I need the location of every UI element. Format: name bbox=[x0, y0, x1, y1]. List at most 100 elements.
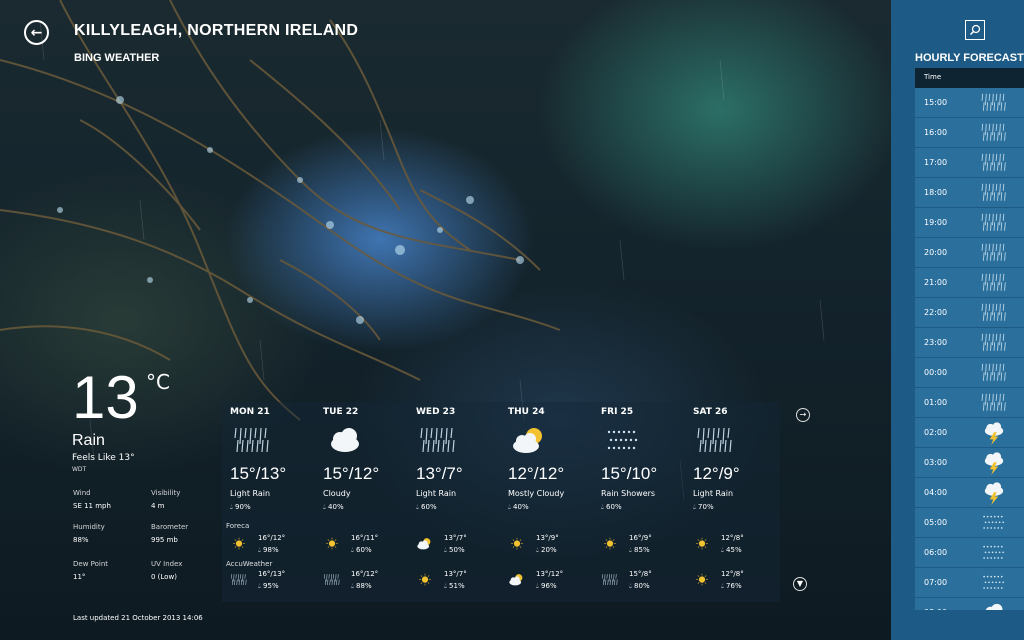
day-weather-icon bbox=[232, 424, 272, 458]
hourly-row[interactable]: 22:00 bbox=[915, 298, 1024, 328]
sun-icon bbox=[233, 537, 245, 550]
hourly-table[interactable]: Time 15:00 16:00 17:00 18:00 19:00 20:00… bbox=[915, 68, 1024, 610]
accuweather-forecast: 16°/12° 💧︎ 88% bbox=[323, 570, 407, 594]
hourly-row[interactable]: 07:00 bbox=[915, 568, 1024, 598]
day-condition: Light Rain bbox=[230, 489, 271, 498]
source-precipitation: 💧︎ 95% bbox=[258, 582, 279, 591]
hourly-row[interactable]: 20:00 bbox=[915, 238, 1024, 268]
hourly-weather-icon bbox=[979, 121, 1009, 145]
day-precipitation: 💧︎ 60% bbox=[416, 503, 437, 512]
detail-dew-point: Dew Point 11° bbox=[73, 560, 143, 581]
precip-value: 40% bbox=[328, 503, 344, 511]
hourly-row[interactable]: 02:00 bbox=[915, 418, 1024, 448]
hourly-row[interactable]: 05:00 bbox=[915, 508, 1024, 538]
app-name: BING WEATHER bbox=[74, 52, 160, 64]
day-condition: Rain Showers bbox=[601, 489, 656, 498]
raindrop-icon: 💧︎ bbox=[629, 546, 632, 554]
precip-value: 85% bbox=[634, 546, 650, 554]
hourly-forecast-panel: HOURLY FORECAST Time 15:00 16:00 17:00 1… bbox=[891, 0, 1024, 640]
source-icon bbox=[230, 536, 248, 552]
back-button[interactable]: ← bbox=[24, 20, 49, 45]
hourly-time: 00:00 bbox=[924, 368, 948, 377]
day-condition: Light Rain bbox=[416, 489, 457, 498]
source-precipitation: 💧︎ 50% bbox=[444, 546, 465, 555]
rain-icon bbox=[231, 574, 247, 585]
forecast-day[interactable]: TUE 22 15°/12° Cloudy 💧︎ 40% 16°/11° 💧︎ … bbox=[315, 402, 407, 602]
day-temperature: 15°/10° bbox=[601, 464, 658, 483]
precip-value: 20% bbox=[541, 546, 557, 554]
showers-icon bbox=[983, 515, 1005, 529]
chevron-down-icon: ▼ bbox=[796, 579, 804, 588]
hourly-time: 05:00 bbox=[924, 518, 948, 527]
day-weather-icon bbox=[603, 424, 643, 458]
sun-icon bbox=[604, 537, 616, 550]
hourly-row[interactable]: 08:00 bbox=[915, 598, 1024, 610]
precip-value: 76% bbox=[726, 582, 742, 590]
source-icon bbox=[693, 572, 711, 588]
hourly-time: 04:00 bbox=[924, 488, 948, 497]
forecast-day[interactable]: THU 24 12°/12° Mostly Cloudy 💧︎ 40% 13°/… bbox=[500, 402, 592, 602]
raindrop-icon: 💧︎ bbox=[230, 503, 233, 511]
showers-icon bbox=[607, 430, 638, 450]
detail-value: 11° bbox=[73, 573, 86, 581]
detail-label: Dew Point bbox=[73, 560, 109, 568]
day-weather-icon bbox=[325, 424, 365, 458]
hourly-row[interactable]: 21:00 bbox=[915, 268, 1024, 298]
detail-label: Wind bbox=[73, 489, 91, 497]
source-temperature: 13°/7° bbox=[444, 570, 467, 578]
day-precipitation: 💧︎ 60% bbox=[601, 503, 622, 512]
precip-value: 50% bbox=[449, 546, 465, 554]
forecast-day[interactable]: SAT 26 12°/9° Light Rain 💧︎ 70% 12°/8° 💧… bbox=[685, 402, 777, 602]
hourly-row[interactable]: 03:00 bbox=[915, 448, 1024, 478]
raindrop-icon: 💧︎ bbox=[323, 503, 326, 511]
hourly-row[interactable]: 18:00 bbox=[915, 178, 1024, 208]
hourly-weather-icon bbox=[979, 421, 1009, 445]
foreca-forecast: 16°/9° 💧︎ 85% bbox=[601, 534, 685, 558]
detail-label: UV Index bbox=[151, 560, 183, 568]
hourly-row[interactable]: 16:00 bbox=[915, 118, 1024, 148]
source-precipitation: 💧︎ 88% bbox=[351, 582, 372, 591]
hourly-row[interactable]: 19:00 bbox=[915, 208, 1024, 238]
detail-value: 88% bbox=[73, 536, 89, 544]
hourly-time: 16:00 bbox=[924, 128, 948, 137]
hourly-weather-icon bbox=[979, 511, 1009, 535]
sun-icon bbox=[419, 573, 431, 586]
hourly-row[interactable]: 06:00 bbox=[915, 538, 1024, 568]
source-icon bbox=[416, 572, 434, 588]
source-icon bbox=[508, 536, 526, 552]
raindrop-icon: 💧︎ bbox=[629, 582, 632, 590]
precip-value: 40% bbox=[513, 503, 529, 511]
hourly-row[interactable]: 15:00 bbox=[915, 88, 1024, 118]
current-conditions: 13 °C Rain Feels Like 13° WDT bbox=[72, 366, 212, 474]
precip-value: 60% bbox=[421, 503, 437, 511]
thunderstorm-icon bbox=[984, 482, 1004, 505]
source-icon bbox=[323, 536, 341, 552]
hourly-row[interactable]: 00:00 bbox=[915, 358, 1024, 388]
hourly-row[interactable]: 17:00 bbox=[915, 148, 1024, 178]
hourly-row[interactable]: 23:00 bbox=[915, 328, 1024, 358]
hourly-forecast-title: HOURLY FORECAST bbox=[915, 52, 1024, 64]
raindrop-icon: 💧︎ bbox=[444, 546, 447, 554]
source-icon bbox=[601, 572, 619, 588]
temperature-unit[interactable]: °C bbox=[146, 370, 170, 394]
raindrop-icon: 💧︎ bbox=[258, 582, 261, 590]
raindrop-icon: 💧︎ bbox=[258, 546, 261, 554]
hourly-row[interactable]: 01:00 bbox=[915, 388, 1024, 418]
forecast-day[interactable]: WED 23 13°/7° Light Rain 💧︎ 60% 13°/7° 💧… bbox=[408, 402, 500, 602]
source-precipitation: 💧︎ 80% bbox=[629, 582, 650, 591]
arrow-right-icon: → bbox=[799, 410, 807, 419]
day-precipitation: 💧︎ 40% bbox=[323, 503, 344, 512]
precip-value: 45% bbox=[726, 546, 742, 554]
hourly-row[interactable]: 04:00 bbox=[915, 478, 1024, 508]
day-weather-icon bbox=[418, 424, 458, 458]
search-button[interactable] bbox=[965, 20, 985, 40]
rain-icon bbox=[981, 393, 1006, 411]
rain-icon bbox=[981, 303, 1006, 321]
forecast-day[interactable]: MON 21 15°/13° Light Rain 💧︎ 90% 16°/12°… bbox=[222, 402, 314, 602]
source-precipitation: 💧︎ 60% bbox=[351, 546, 372, 555]
day-name: MON 21 bbox=[230, 407, 270, 417]
expand-down-button[interactable]: ▼ bbox=[793, 577, 807, 591]
next-days-button[interactable]: → bbox=[796, 408, 810, 422]
forecast-day[interactable]: FRI 25 15°/10° Rain Showers 💧︎ 60% 16°/9… bbox=[593, 402, 685, 602]
source-precipitation: 💧︎ 76% bbox=[721, 582, 742, 591]
